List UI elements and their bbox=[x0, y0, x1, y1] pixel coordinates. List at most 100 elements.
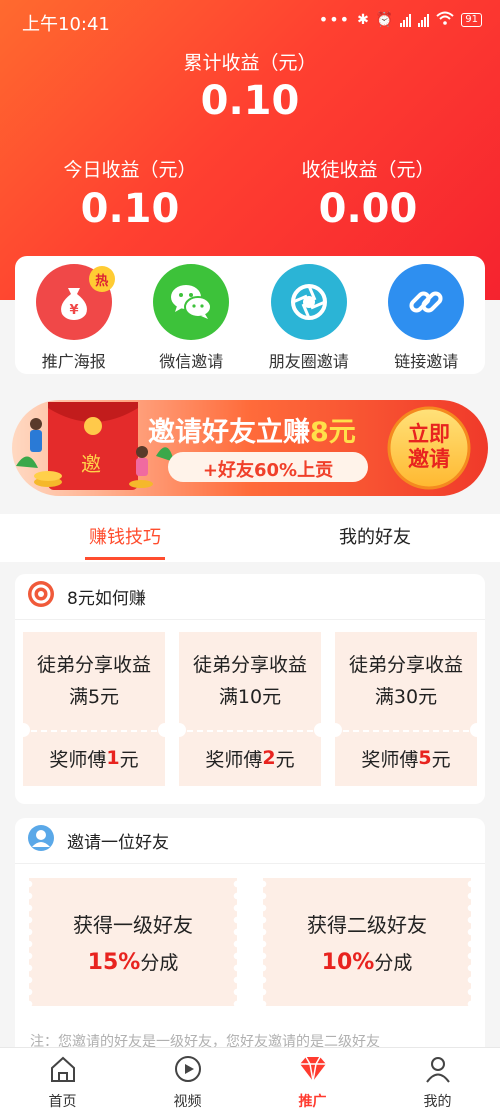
action-label: 微信邀请 bbox=[159, 352, 224, 371]
apprentice-earnings-value: 0.00 bbox=[318, 186, 418, 232]
diamond-icon bbox=[297, 1054, 329, 1088]
ticket-divider bbox=[187, 730, 313, 732]
ticket-reward: 奖师傅 1 元 bbox=[23, 730, 165, 786]
status-bar: 上午10:41 ••• ✱ ⏰ 91 bbox=[0, 0, 500, 40]
action-label: 朋友圈邀请 bbox=[268, 352, 349, 371]
invite-friend-header: 邀请一位好友 bbox=[15, 818, 485, 864]
wechat-icon bbox=[153, 264, 230, 340]
ticket-divider bbox=[343, 730, 469, 732]
invite-banner[interactable]: 邀 邀请好友立赚8元 +好友60%上贡 立即 邀请 bbox=[8, 396, 492, 500]
battery-icon: 91 bbox=[461, 12, 482, 27]
nav-promote[interactable]: 推广 bbox=[250, 1048, 375, 1111]
bottom-nav: 首页 视频 推广 我的 bbox=[0, 1047, 500, 1111]
content-tabs: 赚钱技巧 我的好友 bbox=[0, 514, 500, 562]
banner-title-amount: 8元 bbox=[310, 417, 356, 448]
alarm-icon: ⏰ bbox=[375, 11, 394, 28]
share-suffix: 分成 bbox=[374, 952, 413, 974]
ticket-edge bbox=[263, 878, 269, 1006]
profile-icon bbox=[423, 1054, 453, 1088]
ticket-notch bbox=[16, 723, 30, 737]
ticket-edge bbox=[231, 878, 237, 1006]
reward-ticket: 徒弟分享收益满30元 奖师傅 5 元 bbox=[328, 632, 484, 786]
signal-2-icon bbox=[418, 13, 430, 27]
reward-amount: 2 bbox=[262, 747, 276, 769]
total-earnings-value: 0.10 bbox=[200, 78, 300, 124]
earn-guide-title: 8元如何赚 bbox=[67, 589, 146, 609]
action-moments-invite[interactable]: 朋友圈邀请 bbox=[254, 264, 364, 374]
nav-label: 推广 bbox=[298, 1094, 327, 1110]
earn-ticket-row: 徒弟分享收益满5元 奖师傅 1 元 徒弟分享收益满10元 奖师傅 2 元 徒弟分享收益满… bbox=[15, 620, 485, 786]
ticket-divider bbox=[31, 730, 157, 732]
reward-suffix: 元 bbox=[275, 748, 295, 771]
tab-earning-tips[interactable]: 赚钱技巧 bbox=[0, 514, 250, 562]
total-earnings-label: 累计收益（元） bbox=[183, 52, 317, 74]
action-link-invite[interactable]: 链接邀请 bbox=[371, 264, 481, 374]
nav-profile[interactable]: 我的 bbox=[375, 1048, 500, 1111]
share-ticket-row: 获得一级好友 15%分成 获得二级好友 10%分成 bbox=[15, 864, 485, 1006]
wifi-icon bbox=[436, 11, 454, 29]
banner-button-line2: 邀请 bbox=[408, 447, 450, 471]
home-icon bbox=[48, 1054, 78, 1088]
signal-icon bbox=[400, 13, 412, 27]
earn-guide-header: 8元如何赚 bbox=[15, 574, 485, 620]
ticket-notch bbox=[172, 723, 186, 737]
earn-guide-card: 8元如何赚 徒弟分享收益满5元 奖师傅 1 元 徒弟分享收益满10元 奖师傅 2 元 徒… bbox=[15, 574, 485, 804]
banner-title-text: 邀请好友立赚 bbox=[148, 417, 310, 448]
share-ticket: 获得一级好友 15%分成 bbox=[29, 878, 237, 1006]
ticket-notch bbox=[328, 723, 342, 737]
banner-button-line1: 立即 bbox=[408, 422, 450, 446]
svg-text:¥: ¥ bbox=[69, 303, 78, 318]
share-ticket: 获得二级好友 10%分成 bbox=[263, 878, 471, 1006]
hot-badge: 热 bbox=[88, 266, 115, 292]
ticket-edge bbox=[465, 878, 471, 1006]
invite-friend-card: 邀请一位好友 获得一级好友 15%分成 获得二级好友 10%分成 bbox=[15, 818, 485, 1058]
nav-video[interactable]: 视频 bbox=[125, 1048, 250, 1111]
ticket-condition: 徒弟分享收益满5元 bbox=[36, 654, 151, 708]
ticket-condition: 徒弟分享收益满10元 bbox=[192, 654, 307, 708]
banner-invite-button[interactable]: 立即 邀请 bbox=[393, 422, 465, 472]
status-icons: ••• ✱ ⏰ 91 bbox=[319, 10, 482, 29]
today-earnings-label: 今日收益（元） bbox=[63, 159, 197, 181]
reward-amount: 1 bbox=[106, 747, 120, 769]
ticket-notch bbox=[314, 723, 328, 737]
share-percent: 10% bbox=[321, 950, 375, 975]
reward-prefix: 奖师傅 bbox=[49, 748, 107, 771]
ticket-reward: 奖师傅 2 元 bbox=[179, 730, 321, 786]
action-label: 链接邀请 bbox=[394, 352, 459, 371]
apprentice-earnings-label: 收徒收益（元） bbox=[301, 159, 435, 181]
share-percent: 15% bbox=[87, 950, 141, 975]
today-earnings-value: 0.10 bbox=[80, 186, 180, 232]
earnings-header: 上午10:41 ••• ✱ ⏰ 91 累计收益（元） 0.10 今日收益（元） … bbox=[0, 0, 500, 300]
more-dots-icon: ••• bbox=[318, 10, 351, 29]
action-wechat-invite[interactable]: 微信邀请 bbox=[136, 264, 246, 374]
link-icon bbox=[388, 264, 465, 340]
ticket-reward: 奖师傅 5 元 bbox=[335, 730, 477, 786]
ticket-condition: 徒弟分享收益满30元 bbox=[348, 654, 463, 708]
share-rate: 10%分成 bbox=[322, 948, 413, 975]
nav-label: 首页 bbox=[48, 1094, 77, 1110]
share-suffix: 分成 bbox=[140, 952, 179, 974]
ticket-notch bbox=[158, 723, 172, 737]
reward-ticket: 徒弟分享收益满10元 奖师傅 2 元 bbox=[172, 632, 328, 786]
reward-suffix: 元 bbox=[431, 748, 451, 771]
ticket-notch bbox=[470, 723, 484, 737]
share-level-label: 获得一级好友 bbox=[73, 913, 193, 937]
nav-label: 视频 bbox=[173, 1094, 202, 1110]
action-promo-poster[interactable]: ¥ 热 推广海报 bbox=[19, 264, 129, 374]
reward-prefix: 奖师傅 bbox=[361, 748, 419, 771]
banner-title: 邀请好友立赚8元 bbox=[148, 410, 356, 449]
reward-amount: 5 bbox=[418, 747, 432, 769]
reward-prefix: 奖师傅 bbox=[205, 748, 263, 771]
bluetooth-icon: ✱ bbox=[357, 11, 369, 28]
banner-subtitle: +好友60%上贡 bbox=[202, 460, 334, 481]
nav-home[interactable]: 首页 bbox=[0, 1048, 125, 1111]
tab-my-friends[interactable]: 我的好友 bbox=[250, 514, 500, 562]
banner-envelope-text: 邀 bbox=[81, 452, 101, 476]
reward-suffix: 元 bbox=[119, 748, 139, 771]
lifebuoy-icon bbox=[27, 580, 55, 613]
status-time: 上午10:41 bbox=[22, 14, 110, 35]
invite-friend-title: 邀请一位好友 bbox=[67, 833, 169, 853]
nav-label: 我的 bbox=[423, 1094, 452, 1110]
share-rate: 15%分成 bbox=[88, 948, 179, 975]
moments-aperture-icon bbox=[270, 264, 347, 340]
